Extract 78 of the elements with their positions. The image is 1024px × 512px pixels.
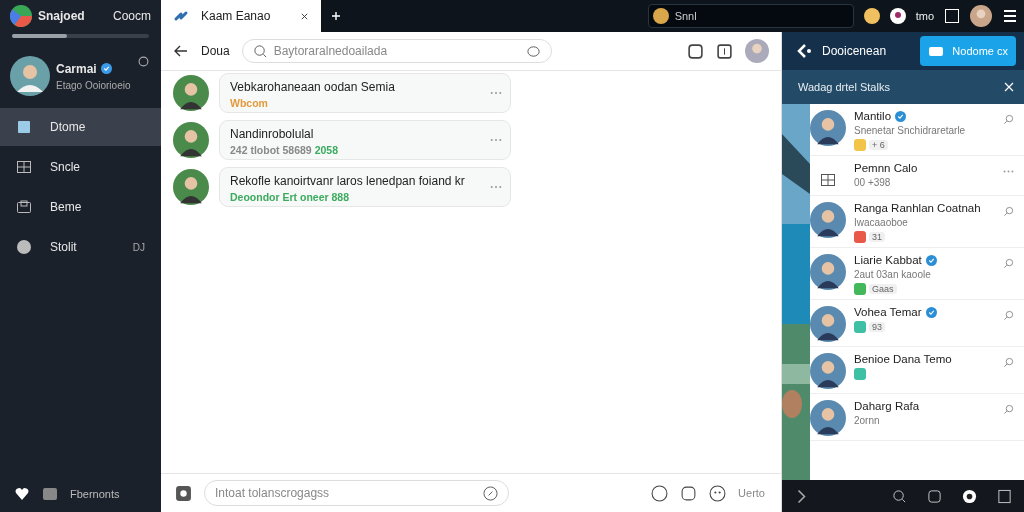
contact-name: Ranga Ranhlan Coatnah — [854, 202, 981, 214]
avatar-icon — [10, 56, 50, 96]
tag-label: 93 — [869, 322, 885, 332]
chat-title: Doua — [201, 44, 230, 58]
contact-detail: 2aut 03an kaoole — [854, 269, 932, 280]
pin-icon[interactable] — [1003, 206, 1014, 217]
profile-name: Carmai — [56, 61, 97, 76]
message-text: Nandinrobolulal — [230, 127, 314, 141]
sidebar-item[interactable]: Beme — [0, 188, 161, 226]
browser-tab[interactable]: Kaam Eanao — [161, 0, 321, 32]
pin-icon[interactable] — [1003, 404, 1014, 415]
message-meta: Deoondor Ert oneer 888 — [230, 191, 350, 203]
sidebar-item[interactable]: Sncle — [0, 148, 161, 186]
camera-icon[interactable] — [175, 484, 192, 502]
footer-label[interactable]: Fbernonts — [70, 488, 120, 500]
sidebar-item[interactable]: Stolit DJ — [0, 228, 161, 266]
contact-row[interactable]: Mantilo Snenetar Snchidraretarle + 6 — [810, 104, 1024, 156]
contact-name: Daharg Rafa — [854, 400, 920, 412]
eye-icon[interactable] — [962, 488, 977, 504]
panel-title: Dooicenean — [822, 44, 887, 58]
message-text: Vebkarohaneaan oodan Semia — [230, 80, 395, 94]
status-ring-icon — [138, 56, 149, 67]
window-icon[interactable] — [997, 488, 1012, 504]
avatar-icon — [810, 202, 846, 238]
browser-search-field[interactable]: Snnl — [647, 4, 854, 28]
send-button[interactable]: Uerto — [738, 487, 765, 499]
app-name: Snajoed — [38, 9, 85, 23]
square-icon[interactable] — [927, 488, 942, 504]
pin-icon[interactable] — [1003, 114, 1014, 125]
avatar-icon — [810, 254, 846, 290]
contact-name: Vohea Temar — [854, 306, 922, 318]
pin-icon[interactable] — [1003, 310, 1014, 321]
message-meta: Wbcom — [230, 97, 268, 109]
profile-status: Etago Ooiorioeio — [56, 79, 131, 91]
avatar-icon — [173, 122, 209, 158]
contact-row[interactable]: Ranga Ranhlan Coatnah Iwacaaoboe 31 — [810, 196, 1024, 248]
contact-detail: Snenetar Snchidraretarle — [854, 125, 967, 136]
avatar-icon — [810, 110, 846, 146]
avatar-icon[interactable] — [970, 5, 992, 27]
app-action[interactable]: Coocm — [113, 9, 151, 23]
grid-icon — [16, 159, 32, 175]
count-label: tmo — [915, 10, 934, 22]
tag-label: + 6 — [869, 140, 888, 150]
sidebar-item[interactable]: Dtome — [0, 108, 161, 146]
contact-row[interactable]: Pemnn Calo 00 +398 — [810, 156, 1024, 196]
contact-name: Benioe Dana Temo — [854, 353, 952, 365]
tag-label: 31 — [869, 232, 885, 242]
pin-icon[interactable] — [1003, 258, 1014, 269]
avatar-icon — [810, 306, 846, 342]
contact-name: Liarie Kabbat — [854, 254, 922, 266]
message-text: Rekofle kanoirtvanr laros lenedpan foiand kr — [230, 174, 465, 188]
contact-name: Mantilo — [854, 110, 892, 122]
contact-detail: 2ornn — [854, 415, 881, 426]
avatar-icon — [173, 169, 209, 205]
contact-detail: 00 +398 — [854, 177, 892, 188]
contact-row[interactable]: Daharg Rafa 2ornn — [810, 394, 1024, 441]
share-icon[interactable] — [796, 43, 812, 59]
back-icon[interactable] — [173, 43, 189, 59]
heart-icon[interactable] — [14, 486, 30, 502]
new-tab-icon[interactable] — [331, 11, 341, 21]
contact-row[interactable]: Benioe Dana Temo — [810, 347, 1024, 394]
folder-icon — [16, 199, 32, 215]
message-meta: 242 tlobot 58689 2058 — [230, 144, 338, 156]
avatar-icon — [810, 353, 846, 389]
attach-icon[interactable] — [483, 485, 498, 501]
grid-icon — [820, 172, 836, 188]
contact-name: Pemnn Calo — [854, 162, 918, 174]
panel-subtitle: Wadag drtel Stalks — [798, 81, 890, 93]
close-icon[interactable] — [300, 11, 309, 21]
menu-icon[interactable] — [1002, 8, 1018, 24]
pin-icon[interactable] — [1003, 357, 1014, 368]
app-logo-icon — [10, 5, 32, 27]
avatar-icon — [173, 75, 209, 111]
contact-row[interactable]: Vohea Temar 93 — [810, 300, 1024, 347]
contact-row[interactable]: Liarie Kabbat 2aut 03an kaoole Gaas — [810, 248, 1024, 300]
contact-detail: Iwacaaoboe — [854, 217, 909, 228]
tag-label: Gaas — [869, 284, 897, 294]
avatar-icon — [810, 400, 846, 436]
